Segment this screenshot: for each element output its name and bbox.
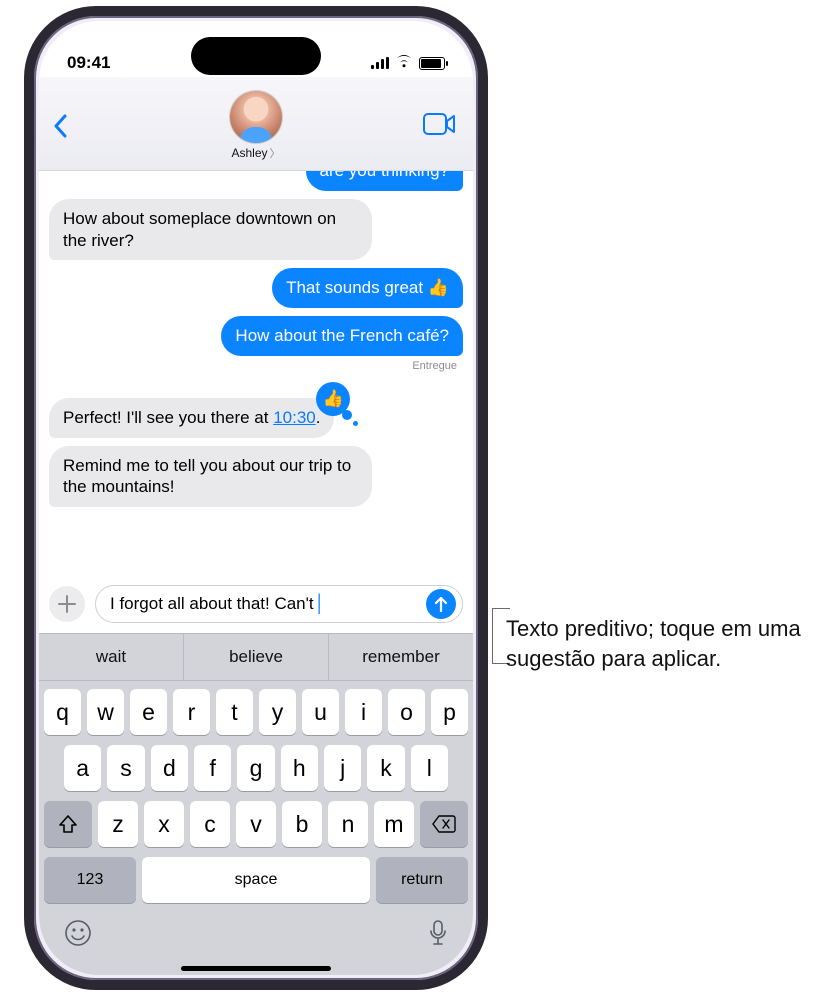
predictive-text-bar: wait believe remember — [39, 633, 473, 681]
key-y[interactable]: y — [259, 689, 296, 735]
emoji-key[interactable] — [64, 919, 92, 954]
message-sent[interactable]: That sounds great 👍 — [272, 268, 463, 308]
message-input[interactable]: I forgot all about that! Can't│ — [95, 585, 463, 623]
backspace-key[interactable] — [420, 801, 468, 847]
contact-button[interactable]: Ashley〉 — [230, 91, 282, 161]
key-f[interactable]: f — [194, 745, 231, 791]
message-text: Perfect! I'll see you there at — [63, 408, 273, 427]
apps-plus-button[interactable] — [49, 586, 85, 622]
thumbs-up-emoji: 👍 — [428, 278, 449, 297]
compose-bar: I forgot all about that! Can't│ — [39, 579, 473, 633]
home-indicator[interactable] — [181, 966, 331, 971]
message-text: Remind me to tell you about our trip to … — [63, 456, 351, 497]
contact-avatar — [230, 91, 282, 143]
send-button[interactable] — [426, 589, 456, 619]
side-button — [24, 316, 26, 426]
message-text: How about the French café? — [235, 326, 449, 345]
keyboard: qwertyuiop asdfghjkl zxcvbnm 123 space r… — [39, 681, 473, 975]
tapback-thumbs-up-icon[interactable]: 👍 — [316, 382, 350, 416]
message-text: That sounds great — [286, 278, 428, 297]
key-h[interactable]: h — [281, 745, 318, 791]
return-key[interactable]: return — [376, 857, 468, 903]
chevron-right-icon: 〉 — [270, 148, 281, 160]
message-received[interactable]: Remind me to tell you about our trip to … — [49, 446, 372, 508]
key-z[interactable]: z — [98, 801, 138, 847]
key-o[interactable]: o — [388, 689, 425, 735]
message-sent[interactable]: How about the French café? — [221, 316, 463, 356]
contact-name-label: Ashley — [231, 146, 267, 160]
message-input-text: I forgot all about that! Can't — [110, 594, 314, 614]
iphone-frame: 09:41 Ashley〉 — [24, 6, 488, 990]
key-u[interactable]: u — [302, 689, 339, 735]
message-text: How about someplace downtown on the rive… — [63, 209, 336, 250]
key-i[interactable]: i — [345, 689, 382, 735]
key-l[interactable]: l — [411, 745, 448, 791]
key-d[interactable]: d — [151, 745, 188, 791]
text-caret: │ — [315, 594, 326, 614]
key-w[interactable]: w — [87, 689, 124, 735]
prediction-suggestion[interactable]: wait — [39, 634, 183, 680]
shift-key[interactable] — [44, 801, 92, 847]
key-x[interactable]: x — [144, 801, 184, 847]
key-q[interactable]: q — [44, 689, 81, 735]
key-c[interactable]: c — [190, 801, 230, 847]
volume-up-button — [486, 246, 488, 316]
key-e[interactable]: e — [130, 689, 167, 735]
volume-down-button — [486, 336, 488, 406]
key-t[interactable]: t — [216, 689, 253, 735]
key-p[interactable]: p — [431, 689, 468, 735]
back-button[interactable] — [53, 113, 67, 145]
numbers-key[interactable]: 123 — [44, 857, 136, 903]
silence-switch — [486, 186, 488, 220]
space-key[interactable]: space — [142, 857, 370, 903]
wifi-icon — [395, 53, 413, 73]
dynamic-island — [191, 37, 321, 75]
message-received[interactable]: 👍 Perfect! I'll see you there at 10:30. — [49, 398, 334, 438]
facetime-button[interactable] — [423, 113, 455, 140]
message-received[interactable]: How about someplace downtown on the rive… — [49, 199, 372, 261]
prediction-suggestion[interactable]: believe — [183, 634, 328, 680]
prediction-suggestion[interactable]: remember — [328, 634, 473, 680]
key-k[interactable]: k — [367, 745, 404, 791]
key-j[interactable]: j — [324, 745, 361, 791]
conversation-header: Ashley〉 — [39, 77, 473, 171]
status-time: 09:41 — [67, 53, 110, 73]
key-a[interactable]: a — [64, 745, 101, 791]
cellular-icon — [371, 57, 389, 69]
delivered-label: Entregue — [412, 360, 457, 372]
key-s[interactable]: s — [107, 745, 144, 791]
key-m[interactable]: m — [374, 801, 414, 847]
callout-text: Texto preditivo; toque em uma sugestão p… — [506, 614, 806, 673]
key-g[interactable]: g — [237, 745, 274, 791]
conversation-scroll[interactable]: are you thinking? How about someplace do… — [39, 171, 473, 579]
time-link[interactable]: 10:30 — [273, 408, 316, 427]
key-r[interactable]: r — [173, 689, 210, 735]
battery-icon — [419, 57, 445, 70]
message-sent[interactable]: are you thinking? — [306, 171, 463, 191]
key-b[interactable]: b — [282, 801, 322, 847]
key-n[interactable]: n — [328, 801, 368, 847]
key-v[interactable]: v — [236, 801, 276, 847]
dictation-key[interactable] — [428, 919, 448, 954]
message-text: are you thinking? — [320, 171, 449, 180]
